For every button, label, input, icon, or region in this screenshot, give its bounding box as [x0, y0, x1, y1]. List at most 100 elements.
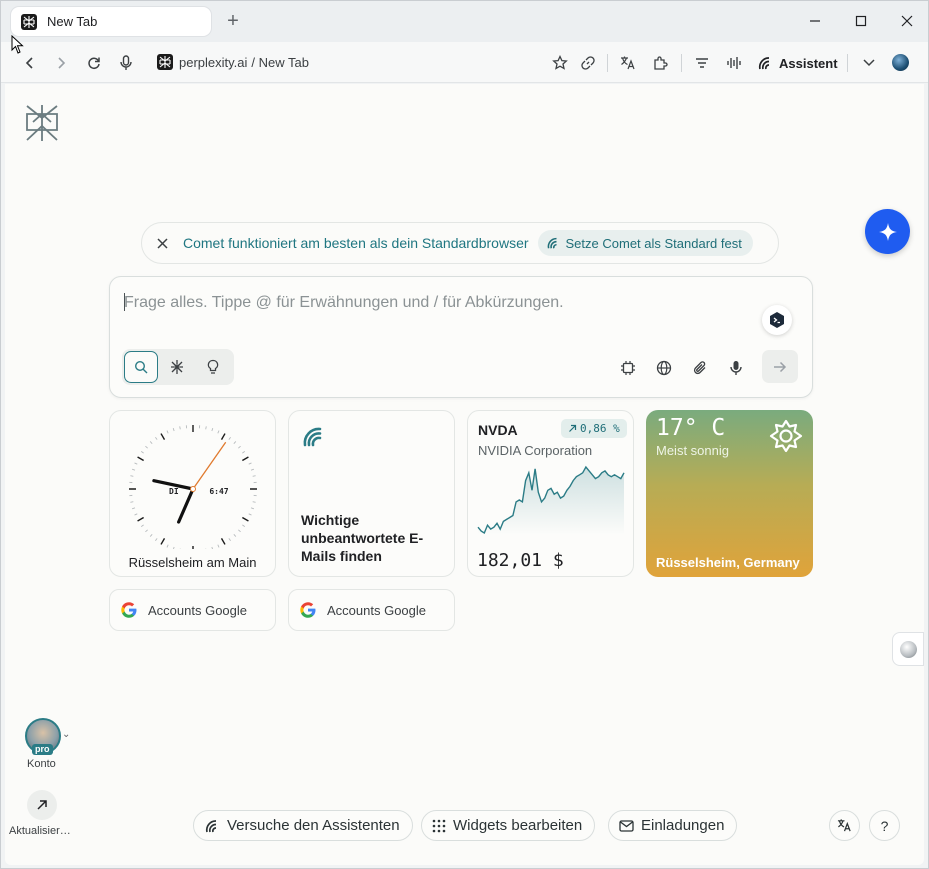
submit-button[interactable] — [762, 350, 798, 383]
profile-avatar[interactable] — [892, 54, 909, 71]
labs-mode-button[interactable] — [196, 351, 230, 383]
attach-icon[interactable] — [689, 357, 711, 379]
address-bar[interactable]: perplexity.ai / New Tab — [157, 54, 309, 70]
clock-hour-hand — [177, 487, 195, 524]
close-window-button[interactable] — [895, 9, 919, 33]
forward-icon[interactable] — [50, 52, 72, 74]
clock-digital-time: 6:47 — [209, 487, 228, 496]
pro-badge: pro — [32, 744, 53, 755]
invitations-button[interactable]: Einladungen — [608, 810, 738, 841]
translate-icon[interactable] — [617, 52, 639, 74]
clock-city: Rüsselsheim am Main — [128, 555, 257, 570]
clock-minute-tick — [242, 524, 246, 527]
edit-widgets-button[interactable]: Widgets bearbeiten — [421, 810, 596, 841]
chevron-down-icon[interactable] — [858, 52, 880, 74]
microphone-icon[interactable] — [725, 357, 747, 379]
clock-minute-tick — [145, 529, 148, 533]
browser-toolbar: perplexity.ai / New Tab Assistent — [1, 42, 928, 83]
arrow-up-right-icon — [569, 424, 577, 432]
stock-company-name: NVIDIA Corporation — [478, 443, 593, 458]
clock-hour-tick — [242, 456, 249, 462]
search-icon — [134, 360, 148, 374]
set-default-button[interactable]: Setze Comet als Standard fest — [537, 230, 753, 256]
globe-icon[interactable] — [653, 357, 675, 379]
weather-widget[interactable]: 17° C Meist sonnig Rüsselsheim, Germany — [646, 410, 813, 577]
clock-hour-tick — [160, 433, 166, 440]
assistant-fab-button[interactable] — [865, 209, 910, 254]
update-label: Aktualisier… — [9, 825, 71, 837]
extension-shortcut-icon[interactable] — [762, 305, 792, 335]
side-panel-toggle[interactable] — [892, 632, 924, 666]
clock-minute-tick — [130, 501, 134, 503]
clock-hour-tick — [137, 456, 144, 462]
clock-minute-tick — [228, 538, 231, 542]
shortcut-tile[interactable]: Accounts Google — [109, 589, 276, 631]
new-tab-button[interactable]: + — [223, 11, 243, 31]
model-chip-icon[interactable] — [617, 357, 639, 379]
tab-new-tab[interactable]: New Tab — [11, 7, 211, 36]
extensions-icon[interactable] — [649, 52, 671, 74]
translate-icon — [837, 819, 851, 832]
text-caret — [124, 293, 125, 311]
clock-hour-tick — [242, 516, 249, 522]
toolbar-divider — [681, 54, 682, 72]
stock-widget[interactable]: NVDA 0,86 % NVIDIA Corporation 182,01 $ — [467, 410, 634, 577]
link-icon[interactable] — [577, 52, 599, 74]
sparkle-icon — [878, 222, 897, 241]
search-mode-group — [122, 349, 234, 385]
voice-mode-icon[interactable] — [723, 52, 745, 74]
clock-minute-tick — [250, 507, 255, 510]
clock-minute-tick — [252, 501, 256, 503]
reader-mode-icon[interactable] — [691, 52, 713, 74]
try-assistant-button[interactable]: Versuche den Assistenten — [193, 810, 413, 841]
maximize-button[interactable] — [849, 9, 873, 33]
clock-minute-tick — [131, 468, 136, 471]
clock-minute-tick — [134, 513, 138, 516]
update-button[interactable] — [27, 790, 57, 820]
research-mode-button[interactable] — [160, 351, 194, 383]
back-icon[interactable] — [19, 52, 41, 74]
clock-minute-tick — [228, 436, 231, 440]
comet-icon — [758, 57, 770, 70]
url-domain: perplexity.ai — [179, 54, 248, 70]
analog-clock: DI 6:47 — [129, 425, 257, 549]
bookmark-star-icon[interactable] — [549, 52, 571, 74]
reload-icon[interactable] — [83, 52, 105, 74]
help-button[interactable]: ? — [869, 810, 900, 841]
mail-icon — [619, 819, 634, 832]
tab-title: New Tab — [47, 14, 98, 29]
minimize-button[interactable] — [803, 9, 827, 33]
clock-widget[interactable]: DI 6:47 Rüsselsheim am Main — [109, 410, 276, 577]
research-icon — [171, 360, 183, 374]
close-icon[interactable] — [155, 236, 169, 250]
stock-change-badge: 0,86 % — [561, 419, 627, 438]
assistant-label: Assistent — [779, 55, 838, 71]
clock-minute-tick — [134, 462, 138, 465]
arrow-up-right-icon — [37, 800, 47, 810]
search-input[interactable] — [124, 291, 744, 315]
clock-hour-tick — [220, 433, 226, 440]
clock-minute-tick — [217, 430, 220, 434]
stock-sparkline — [477, 465, 625, 535]
invitations-label: Einladungen — [641, 817, 725, 834]
shortcut-tile[interactable]: Accounts Google — [288, 589, 455, 631]
clock-minute-tick — [155, 436, 158, 440]
url-path: / New Tab — [251, 54, 309, 70]
try-assistant-label: Versuche den Assistenten — [227, 817, 400, 834]
perplexity-favicon-icon — [157, 54, 173, 70]
clock-hour-tick — [137, 516, 144, 522]
chevron-down-icon[interactable]: ⌄ — [62, 729, 70, 740]
assistant-button[interactable]: Assistent — [757, 52, 838, 74]
browser-window: New Tab + perplexity.ai / New Tab Assist… — [0, 0, 929, 869]
shortcut-label: Accounts Google — [148, 602, 248, 618]
weather-location: Rüsselsheim, Germany — [656, 555, 800, 570]
stock-price: 182,01 $ — [477, 550, 564, 571]
task-suggestion-widget[interactable]: Wichtige unbeantwortete E-Mails finden — [288, 410, 455, 577]
search-mode-button[interactable] — [124, 351, 158, 383]
set-default-label: Setze Comet als Standard fest — [565, 235, 742, 251]
orb-icon — [899, 640, 917, 658]
edit-widgets-label: Widgets bearbeiten — [453, 817, 583, 834]
language-button[interactable] — [829, 810, 860, 841]
microphone-icon[interactable] — [115, 52, 137, 74]
clock-minute-tick — [131, 507, 136, 510]
